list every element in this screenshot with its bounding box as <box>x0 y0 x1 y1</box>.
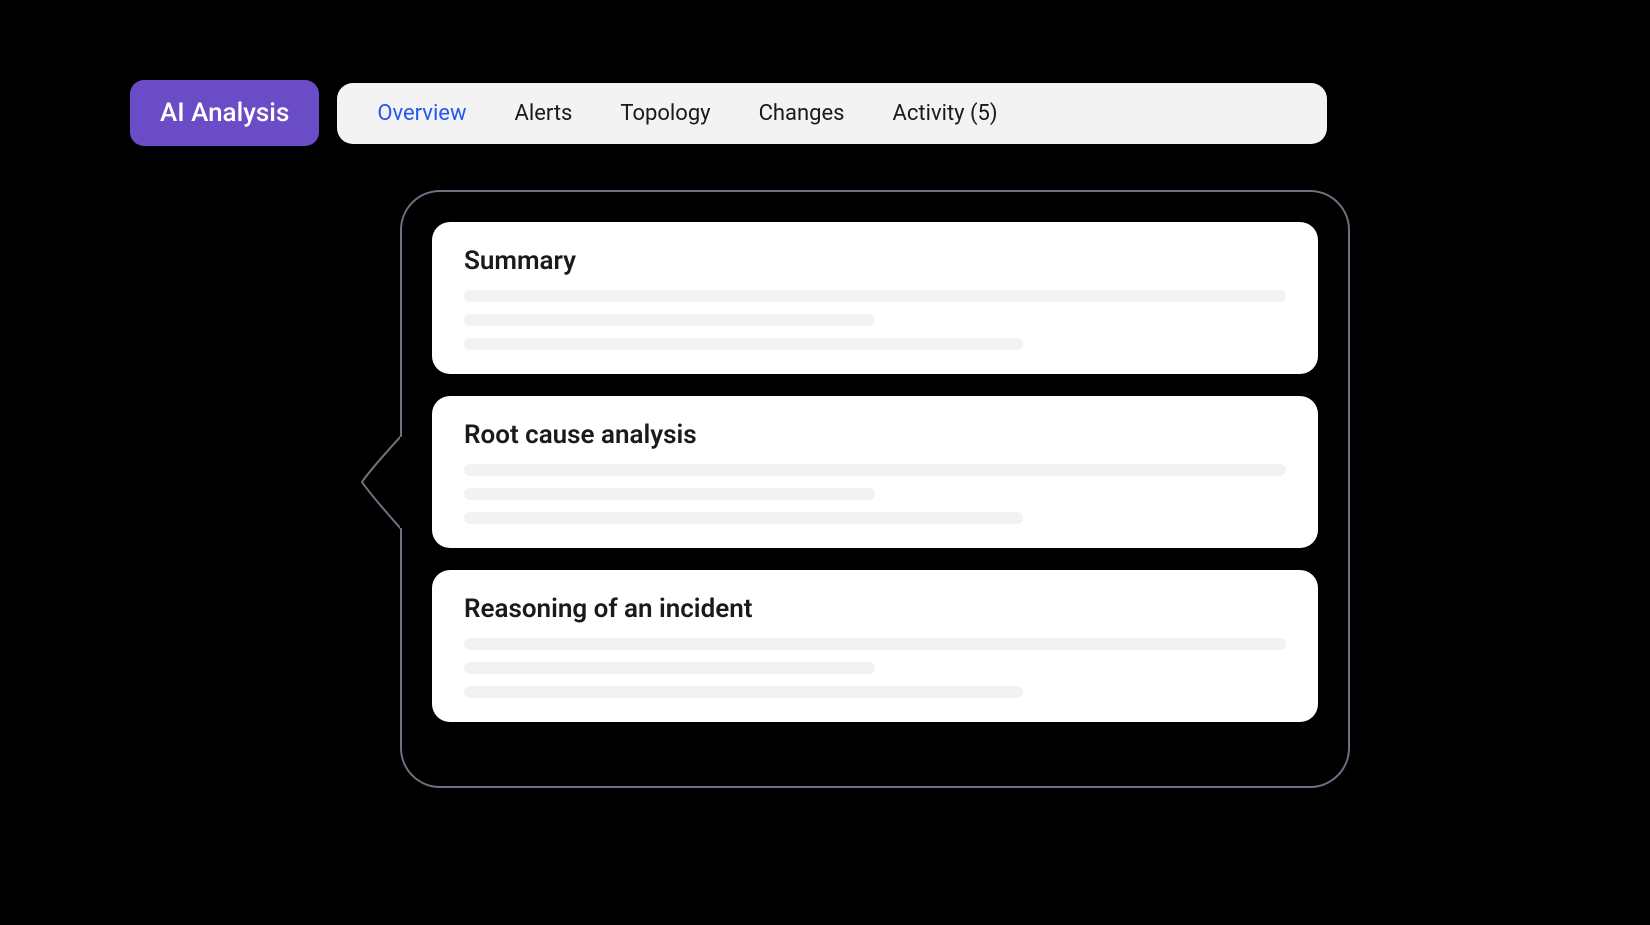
skeleton-line <box>464 290 1286 302</box>
tab-topology[interactable]: Topology <box>620 101 710 126</box>
summary-card: Summary <box>432 222 1318 374</box>
skeleton-line <box>464 314 875 326</box>
summary-title: Summary <box>464 246 1286 276</box>
header-row: AI Analysis Overview Alerts Topology Cha… <box>130 80 1327 146</box>
skeleton-line <box>464 464 1286 476</box>
root-cause-title: Root cause analysis <box>464 420 1286 450</box>
reasoning-card: Reasoning of an incident <box>432 570 1318 722</box>
speech-bubble-tail-icon <box>360 435 402 530</box>
ai-analysis-badge: AI Analysis <box>130 80 319 146</box>
skeleton-line <box>464 638 1286 650</box>
tab-activity[interactable]: Activity (5) <box>893 101 998 126</box>
analysis-panel: Summary Root cause analysis Reasoning of… <box>400 190 1350 788</box>
reasoning-title: Reasoning of an incident <box>464 594 1286 624</box>
tab-bar: Overview Alerts Topology Changes Activit… <box>337 83 1327 144</box>
skeleton-line <box>464 488 875 500</box>
skeleton-line <box>464 338 1023 350</box>
skeleton-line <box>464 512 1023 524</box>
tab-changes[interactable]: Changes <box>759 101 845 126</box>
tab-overview[interactable]: Overview <box>377 101 466 126</box>
skeleton-line <box>464 686 1023 698</box>
root-cause-card: Root cause analysis <box>432 396 1318 548</box>
skeleton-line <box>464 662 875 674</box>
tab-alerts[interactable]: Alerts <box>515 101 573 126</box>
